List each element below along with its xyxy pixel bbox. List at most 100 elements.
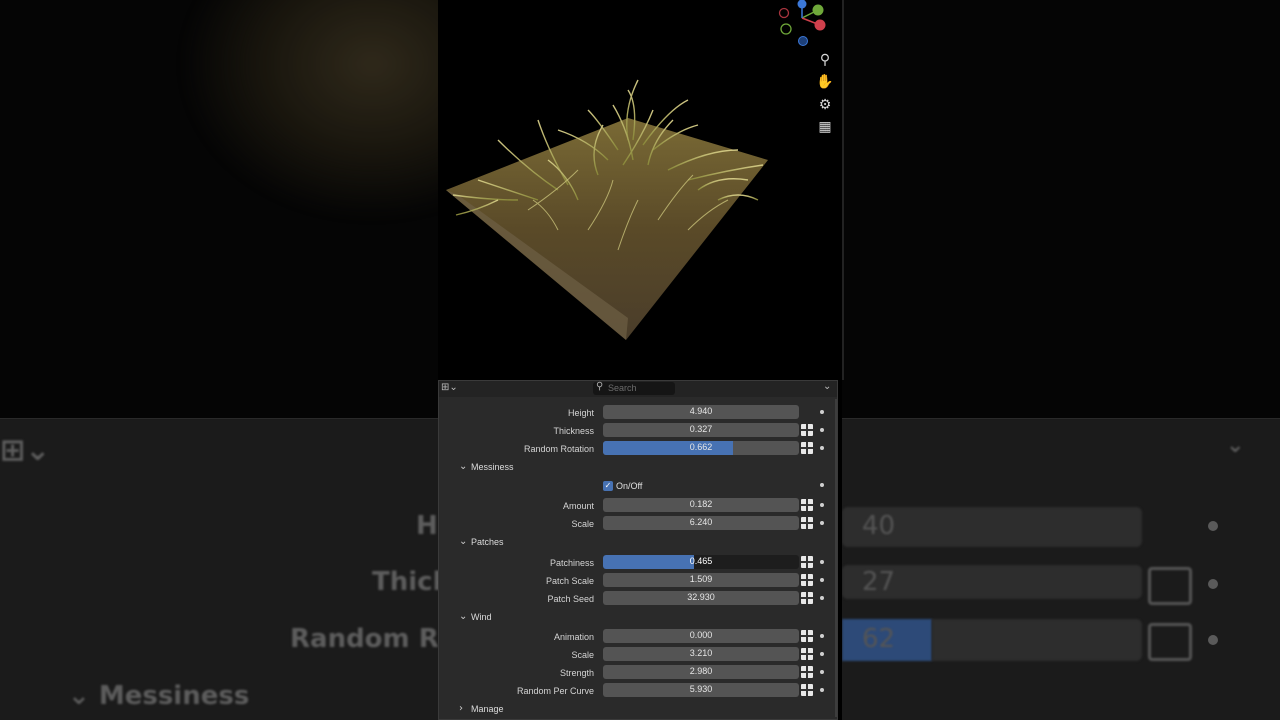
driver-icon[interactable] xyxy=(801,630,813,642)
hand-pan-icon[interactable]: ✋ xyxy=(816,73,834,91)
keyframe-dot-icon[interactable] xyxy=(820,578,824,582)
patchiness-slider[interactable]: 0.465 xyxy=(603,555,799,569)
properties-panel: ⊞⌄ ⚲ Search ⌄ Height 4.940 Thickness 0.3… xyxy=(438,380,838,720)
height-field[interactable]: 4.940 xyxy=(603,405,799,419)
wind-scale-field[interactable]: 3.210 xyxy=(603,647,799,661)
driver-icon[interactable] xyxy=(801,684,813,696)
ghost-value-rotation: 62 xyxy=(862,624,896,654)
animation-field[interactable]: 0.000 xyxy=(603,629,799,643)
keyframe-dot-icon[interactable] xyxy=(820,560,824,564)
property-row-patch-scale: Patch Scale 1.509 xyxy=(439,573,837,591)
scale-field[interactable]: 6.240 xyxy=(603,516,799,530)
navigation-gizmo[interactable] xyxy=(776,0,832,50)
ghost-dot xyxy=(1208,579,1218,589)
property-value: 5.930 xyxy=(689,684,713,694)
driver-icon[interactable] xyxy=(801,648,813,660)
driver-icon[interactable] xyxy=(801,556,813,568)
checkbox-label: On/Off xyxy=(616,481,643,491)
property-row-scale: Scale 6.240 xyxy=(439,516,837,534)
blurred-background-left: ⊞⌄ H Thick Random Rot ⌄ Messiness xyxy=(0,0,438,720)
keyframe-dot-icon[interactable] xyxy=(820,596,824,600)
chevron-right-icon: › xyxy=(459,703,463,714)
property-row-amount: Amount 0.182 xyxy=(439,498,837,516)
grid-perspective-icon[interactable]: ▦ xyxy=(816,118,834,136)
search-input[interactable]: ⚲ Search xyxy=(593,381,675,395)
chevron-down-icon: ⌄ xyxy=(459,461,468,472)
property-row-strength: Strength 2.980 xyxy=(439,665,837,683)
property-label: Patch Seed xyxy=(547,594,594,604)
ghost-value-thickness: 27 xyxy=(862,567,896,597)
property-label: Patch Scale xyxy=(545,576,594,586)
ghost-dot xyxy=(1208,521,1218,531)
property-value: 3.210 xyxy=(689,648,713,658)
strength-field[interactable]: 2.980 xyxy=(603,665,799,679)
property-row-wind-scale: Scale 3.210 xyxy=(439,647,837,665)
ghost-driver-icon xyxy=(1148,567,1192,605)
ghost-value-height: 40 xyxy=(862,511,896,541)
property-value: 0.327 xyxy=(689,424,713,434)
on-off-checkbox[interactable]: ✓ xyxy=(603,481,613,491)
property-label: Random Per Curve xyxy=(516,686,594,696)
zoom-icon[interactable]: ⚲ xyxy=(816,51,834,69)
driver-icon[interactable] xyxy=(801,442,813,454)
chevron-down-icon: ⌄ xyxy=(459,536,468,547)
property-label: Scale xyxy=(571,519,594,529)
ghost-section-messiness: ⌄ Messiness xyxy=(68,681,250,711)
random-per-curve-field[interactable]: 5.930 xyxy=(603,683,799,697)
property-label: Scale xyxy=(571,650,594,660)
ghost-label-height: H xyxy=(416,511,438,541)
search-placeholder: Search xyxy=(608,383,637,393)
property-row-height: Height 4.940 xyxy=(439,405,837,423)
random-rotation-slider[interactable]: 0.662 xyxy=(603,441,799,455)
section-patches[interactable]: ⌄ Patches xyxy=(439,534,837,552)
property-label: Animation xyxy=(553,632,594,642)
section-messiness[interactable]: ⌄ Messiness xyxy=(439,459,837,477)
patch-scale-field[interactable]: 1.509 xyxy=(603,573,799,587)
blurred-background-right: 40 27 62 ⌄ xyxy=(842,0,1280,720)
amount-field[interactable]: 0.182 xyxy=(603,498,799,512)
ghost-dot xyxy=(1208,635,1218,645)
section-wind[interactable]: ⌄ Wind xyxy=(439,609,837,627)
panel-scrollbar[interactable] xyxy=(835,399,837,717)
property-value: 4.940 xyxy=(689,406,713,416)
blurred-panel-left: ⊞⌄ H Thick Random Rot ⌄ Messiness xyxy=(0,418,438,720)
keyframe-dot-icon[interactable] xyxy=(820,483,824,487)
property-row-random-rotation: Random Rotation 0.662 xyxy=(439,441,837,459)
property-label: Patchiness xyxy=(549,558,594,568)
search-icon: ⚲ xyxy=(596,381,604,392)
thickness-field[interactable]: 0.327 xyxy=(603,423,799,437)
property-label: Amount xyxy=(562,501,594,511)
editor-type-icon[interactable]: ⊞⌄ xyxy=(441,382,458,393)
driver-icon[interactable] xyxy=(801,517,813,529)
driver-icon[interactable] xyxy=(801,592,813,604)
keyframe-dot-icon[interactable] xyxy=(820,503,824,507)
driver-icon[interactable] xyxy=(801,574,813,586)
property-row-on-off: ✓ On/Off xyxy=(439,480,837,498)
property-label: Strength xyxy=(559,668,594,678)
3d-viewport[interactable]: ⚲ ✋ ⚙ ▦ xyxy=(438,0,844,380)
chevron-down-icon[interactable]: ⌄ xyxy=(823,381,831,392)
driver-icon[interactable] xyxy=(801,424,813,436)
keyframe-dot-icon[interactable] xyxy=(820,670,824,674)
keyframe-dot-icon[interactable] xyxy=(820,634,824,638)
driver-icon[interactable] xyxy=(801,666,813,678)
blurred-grass xyxy=(180,0,438,220)
keyframe-dot-icon[interactable] xyxy=(820,688,824,692)
property-value: 0.000 xyxy=(689,630,713,640)
keyframe-dot-icon[interactable] xyxy=(820,521,824,525)
camera-view-icon[interactable]: ⚙ xyxy=(816,96,834,114)
section-manage[interactable]: › Manage xyxy=(439,701,837,719)
keyframe-dot-icon[interactable] xyxy=(820,410,824,414)
property-label: Height xyxy=(567,408,594,418)
property-value: 0.465 xyxy=(689,556,713,566)
property-value: 32.930 xyxy=(687,592,715,602)
keyframe-dot-icon[interactable] xyxy=(820,652,824,656)
property-value: 0.662 xyxy=(689,442,713,452)
keyframe-dot-icon[interactable] xyxy=(820,446,824,450)
ghost-driver-icon xyxy=(1148,623,1192,661)
driver-icon[interactable] xyxy=(801,499,813,511)
patch-seed-field[interactable]: 32.930 xyxy=(603,591,799,605)
property-value: 0.182 xyxy=(689,499,713,509)
keyframe-dot-icon[interactable] xyxy=(820,428,824,432)
ghost-field-rotation xyxy=(932,619,1142,661)
